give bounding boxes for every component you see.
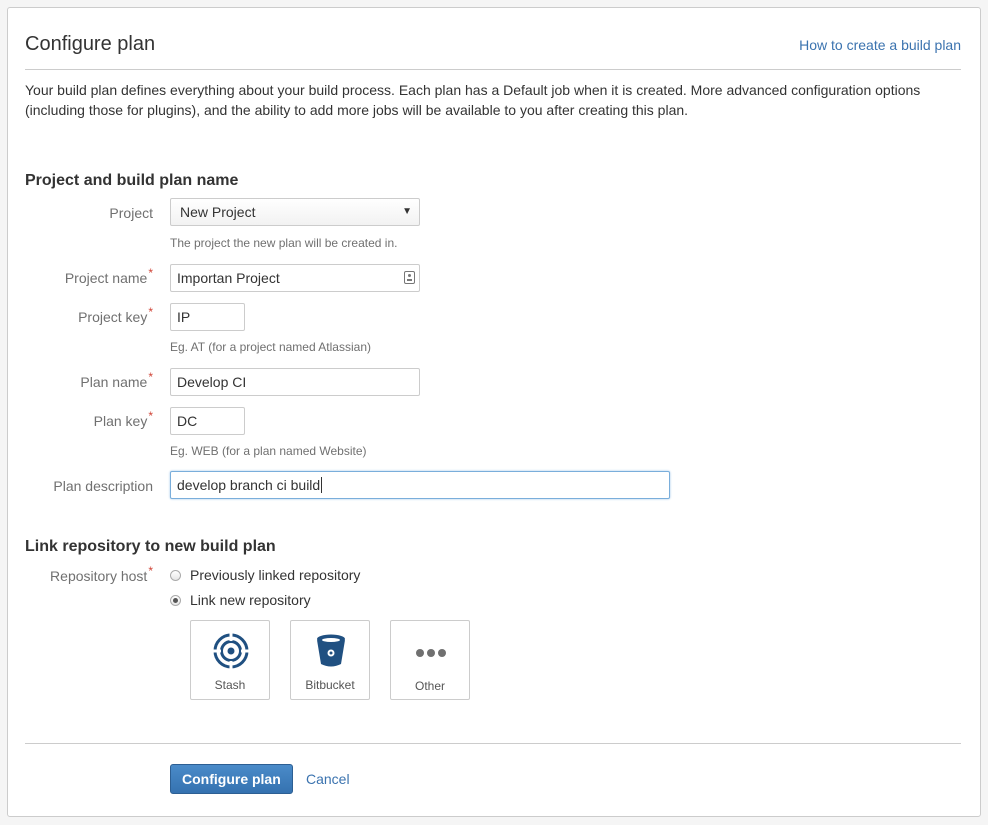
project-name-value: Importan Project: [177, 270, 280, 286]
tile-other[interactable]: Other: [390, 620, 470, 700]
plan-description-value: develop branch ci build: [177, 477, 321, 493]
radio-link-new[interactable]: Link new repository: [170, 592, 311, 608]
radio-label: Link new repository: [190, 592, 311, 608]
radio-previously-linked[interactable]: Previously linked repository: [170, 567, 360, 583]
header-divider: [25, 69, 961, 70]
radio-label: Previously linked repository: [190, 567, 361, 583]
plan-name-label-text: Plan name: [80, 374, 148, 390]
radio-button[interactable]: [170, 569, 181, 581]
plan-key-hint: Eg. WEB (for a plan named Website): [170, 444, 367, 458]
project-label-text: Project: [109, 205, 153, 221]
plan-name-value: Develop CI: [177, 374, 247, 390]
help-link[interactable]: How to create a build plan: [799, 37, 961, 53]
contact-card-icon[interactable]: [404, 271, 415, 284]
plan-name-input[interactable]: Develop CI: [170, 368, 420, 396]
repository-host-label-text: Repository host: [50, 568, 148, 584]
configure-plan-button[interactable]: Configure plan: [170, 764, 293, 794]
project-hint: The project the new plan will be created…: [170, 236, 398, 250]
stash-icon: [213, 633, 249, 669]
bitbucket-icon: [317, 634, 345, 667]
configure-plan-panel: Configure plan How to create a build pla…: [7, 7, 981, 817]
project-select-value: New Project: [180, 204, 256, 220]
more-dots-icon: [416, 649, 446, 657]
page-title: Configure plan: [25, 33, 156, 55]
tile-label: Stash: [214, 678, 246, 692]
radio-button-checked[interactable]: [170, 594, 181, 606]
project-label: Project: [109, 205, 153, 221]
plan-description-label-text: Plan description: [53, 478, 153, 494]
project-key-label-text: Project key: [78, 309, 148, 325]
project-name-input[interactable]: Importan Project: [170, 264, 420, 292]
project-select[interactable]: New Project ▼: [170, 198, 420, 226]
repository-host-label: Repository host*: [50, 564, 153, 584]
section-title-project: Project and build plan name: [25, 172, 239, 189]
required-marker: *: [148, 564, 153, 578]
footer-divider: [25, 743, 961, 744]
chevron-down-icon: ▼: [402, 206, 412, 217]
project-key-label: Project key*: [78, 305, 153, 325]
plan-key-value: DC: [177, 413, 198, 429]
plan-name-label: Plan name*: [80, 370, 153, 390]
project-key-hint: Eg. AT (for a project named Atlassian): [170, 340, 371, 354]
cancel-link[interactable]: Cancel: [306, 771, 350, 787]
plan-key-input[interactable]: DC: [170, 407, 245, 435]
required-marker: *: [148, 409, 153, 423]
tile-stash[interactable]: Stash: [190, 620, 270, 700]
plan-description-input[interactable]: develop branch ci build: [170, 471, 670, 499]
project-name-label: Project name*: [64, 266, 153, 286]
tile-label: Other: [414, 679, 445, 693]
text-cursor: [321, 477, 323, 493]
project-key-value: IP: [177, 309, 191, 325]
required-marker: *: [148, 305, 153, 319]
plan-key-label-text: Plan key: [93, 413, 148, 429]
plan-description-label: Plan description: [53, 478, 153, 494]
plan-key-label: Plan key*: [93, 409, 153, 429]
required-marker: *: [148, 266, 153, 280]
tile-label: Bitbucket: [305, 678, 355, 692]
intro-text: Your build plan defines everything about…: [25, 82, 921, 118]
project-name-label-text: Project name: [64, 270, 148, 286]
required-marker: *: [148, 370, 153, 384]
section-title-repository: Link repository to new build plan: [25, 538, 276, 555]
project-key-input[interactable]: IP: [170, 303, 245, 331]
tile-bitbucket[interactable]: Bitbucket: [290, 620, 370, 700]
